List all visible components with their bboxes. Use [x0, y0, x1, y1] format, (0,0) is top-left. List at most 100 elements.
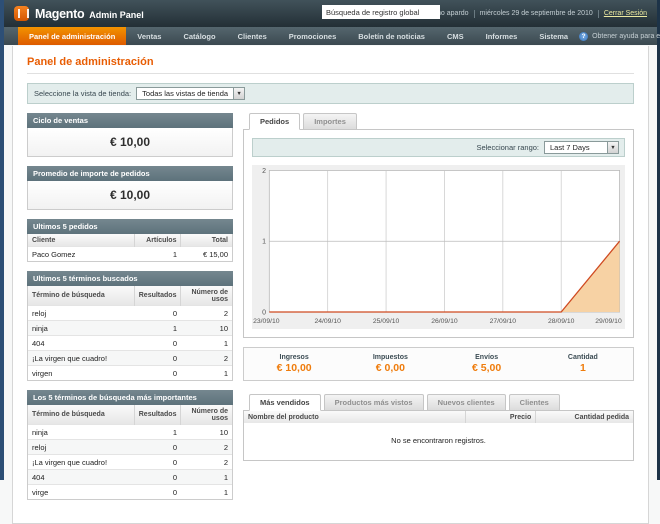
store-view-select[interactable]: Todas las vistas de tienda ▼: [136, 87, 245, 100]
table-row[interactable]: 40401: [28, 336, 232, 351]
tab-most-viewed[interactable]: Productos más vistos: [324, 394, 424, 411]
orders-chart: 0 1 2 23/09/10 24/09/10 25/09/10 26/09/10 27/09…: [252, 165, 625, 329]
table-row[interactable]: 40401: [28, 470, 232, 485]
tab-orders[interactable]: Pedidos: [249, 113, 300, 130]
bestsellers-panel: Nombre del producto Precio Cantidad pedi…: [243, 410, 634, 461]
tab-new-customers[interactable]: Nuevos clientes: [427, 394, 506, 411]
totals-bar: Ingresos € 10,00 Impuestos € 0,00 Envíos…: [243, 347, 634, 381]
column-header: Precio: [466, 411, 536, 423]
svg-text:1: 1: [262, 239, 266, 246]
content-card: Panel de administración Seleccione la vi…: [12, 46, 649, 524]
column-header: Cantidad pedida: [536, 411, 633, 423]
logout-link[interactable]: Cerrar Sesión: [604, 10, 647, 17]
table-row[interactable]: ninja110: [28, 425, 232, 440]
chevron-down-icon: ▼: [607, 142, 618, 153]
table-row[interactable]: virge01: [28, 485, 232, 500]
table-row[interactable]: virgen01: [28, 366, 232, 381]
last-search-terms-title: Ultimos 5 términos buscados: [27, 271, 233, 286]
svg-text:25/09/10: 25/09/10: [373, 318, 400, 325]
column-header: Término de búsqueda: [28, 286, 134, 306]
last-orders-title: Ultimos 5 pedidos: [27, 219, 233, 234]
sales-cycle-value: € 10,00: [27, 128, 233, 157]
nav-item-promotions[interactable]: Promociones: [278, 27, 348, 45]
nav-item-catalog[interactable]: Catálogo: [172, 27, 226, 45]
range-select[interactable]: Last 7 Days ▼: [544, 141, 619, 154]
main-nav: Panel de administración Ventas Catálogo …: [4, 27, 657, 45]
app-header: Magento Admin Panel Accedió como apardo …: [4, 0, 657, 27]
page-title: Panel de administración: [27, 56, 634, 68]
svg-text:24/09/10: 24/09/10: [314, 318, 341, 325]
last-orders-box: Ultimos 5 pedidos Cliente Artículos Tota…: [27, 219, 233, 262]
header-separator: [598, 10, 599, 18]
nav-item-cms[interactable]: CMS: [436, 27, 475, 45]
chart-tabs: Pedidos Importes: [243, 113, 634, 129]
chevron-down-icon: ▼: [233, 88, 244, 99]
last-orders-table: Cliente Artículos Total Paco Gomez1€ 15,…: [28, 234, 232, 261]
get-help-link[interactable]: ? Obtener ayuda para esta página: [579, 27, 660, 45]
table-row[interactable]: ninja110: [28, 321, 232, 336]
grid-tabs: Más vendidos Productos más vistos Nuevos…: [243, 394, 634, 410]
column-header: Número de usos: [181, 405, 232, 425]
column-header: Total: [181, 234, 232, 247]
stat-revenue: Ingresos € 10,00: [246, 354, 342, 374]
tab-bestsellers[interactable]: Más vendidos: [249, 394, 321, 411]
dashboard-left-column: Ciclo de ventas € 10,00 Promedio de impo…: [27, 113, 233, 509]
nav-item-dashboard[interactable]: Panel de administración: [18, 27, 126, 45]
svg-text:2: 2: [262, 168, 266, 175]
table-row[interactable]: reloj02: [28, 440, 232, 455]
nav-item-sales[interactable]: Ventas: [126, 27, 172, 45]
average-order-box: Promedio de importe de pedidos € 10,00: [27, 166, 233, 210]
top-search-terms-table: Término de búsqueda Resultados Número de…: [28, 405, 232, 499]
tab-amounts[interactable]: Importes: [303, 113, 357, 130]
svg-text:26/09/10: 26/09/10: [431, 318, 458, 325]
stat-quantity: Cantidad 1: [535, 354, 631, 374]
nav-item-reports[interactable]: Informes: [475, 27, 529, 45]
table-row[interactable]: reloj02: [28, 306, 232, 321]
store-view-bar: Seleccione la vista de tienda: Todas las…: [27, 83, 634, 104]
table-row[interactable]: Paco Gomez1€ 15,00: [28, 247, 232, 262]
brand-title: Magento: [35, 7, 84, 21]
range-label: Seleccionar rango:: [476, 143, 539, 152]
column-header: Término de búsqueda: [28, 405, 134, 425]
nav-item-newsletter[interactable]: Boletín de noticias: [347, 27, 436, 45]
current-date: miércoles 29 de septiembre de 2010: [480, 10, 593, 17]
store-view-label: Seleccione la vista de tienda:: [34, 89, 131, 98]
column-header: Nombre del producto: [244, 411, 466, 423]
table-row[interactable]: ¡La virgen que cuadro!02: [28, 455, 232, 470]
stat-tax: Impuestos € 0,00: [342, 354, 438, 374]
stat-shipping: Envíos € 5,00: [439, 354, 535, 374]
svg-text:29/09/10: 29/09/10: [595, 318, 622, 325]
column-header: Número de usos: [181, 286, 232, 306]
brand-subtitle: Admin Panel: [89, 8, 144, 20]
average-order-value: € 10,00: [27, 181, 233, 210]
top-search-terms-box: Los 5 términos de búsqueda más important…: [27, 390, 233, 500]
last-search-terms-box: Ultimos 5 términos buscados Término de b…: [27, 271, 233, 381]
top-search-terms-title: Los 5 términos de búsqueda más important…: [27, 390, 233, 405]
get-help-label: Obtener ayuda para esta página: [592, 33, 660, 40]
sales-cycle-title: Ciclo de ventas: [27, 113, 233, 128]
header-separator: [474, 10, 475, 18]
column-header: Cliente: [28, 234, 134, 247]
nav-item-system[interactable]: Sistema: [528, 27, 579, 45]
column-header: Resultados: [134, 286, 181, 306]
column-header: Resultados: [134, 405, 181, 425]
range-bar: Seleccionar rango: Last 7 Days ▼: [252, 138, 625, 157]
column-header: Artículos: [134, 234, 181, 247]
svg-text:0: 0: [262, 310, 266, 317]
sales-cycle-box: Ciclo de ventas € 10,00: [27, 113, 233, 157]
orders-chart-panel: Seleccionar rango: Last 7 Days ▼ 0 1 2 23/0…: [243, 129, 634, 338]
last-search-terms-table: Término de búsqueda Resultados Número de…: [28, 286, 232, 380]
global-search-input[interactable]: [322, 5, 440, 19]
help-icon: ?: [579, 32, 588, 41]
empty-records-message: No se encontraron registros.: [244, 423, 633, 460]
magento-logo-icon: [14, 6, 29, 21]
dashboard-right-column: Pedidos Importes Seleccionar rango: Last…: [243, 113, 634, 509]
title-divider: [27, 73, 634, 74]
nav-item-customers[interactable]: Clientes: [227, 27, 278, 45]
svg-text:27/09/10: 27/09/10: [490, 318, 517, 325]
tab-customers[interactable]: Clientes: [509, 394, 560, 411]
average-order-title: Promedio de importe de pedidos: [27, 166, 233, 181]
table-row[interactable]: ¡La virgen que cuadro!02: [28, 351, 232, 366]
svg-text:23/09/10: 23/09/10: [253, 318, 280, 325]
svg-text:28/09/10: 28/09/10: [548, 318, 575, 325]
